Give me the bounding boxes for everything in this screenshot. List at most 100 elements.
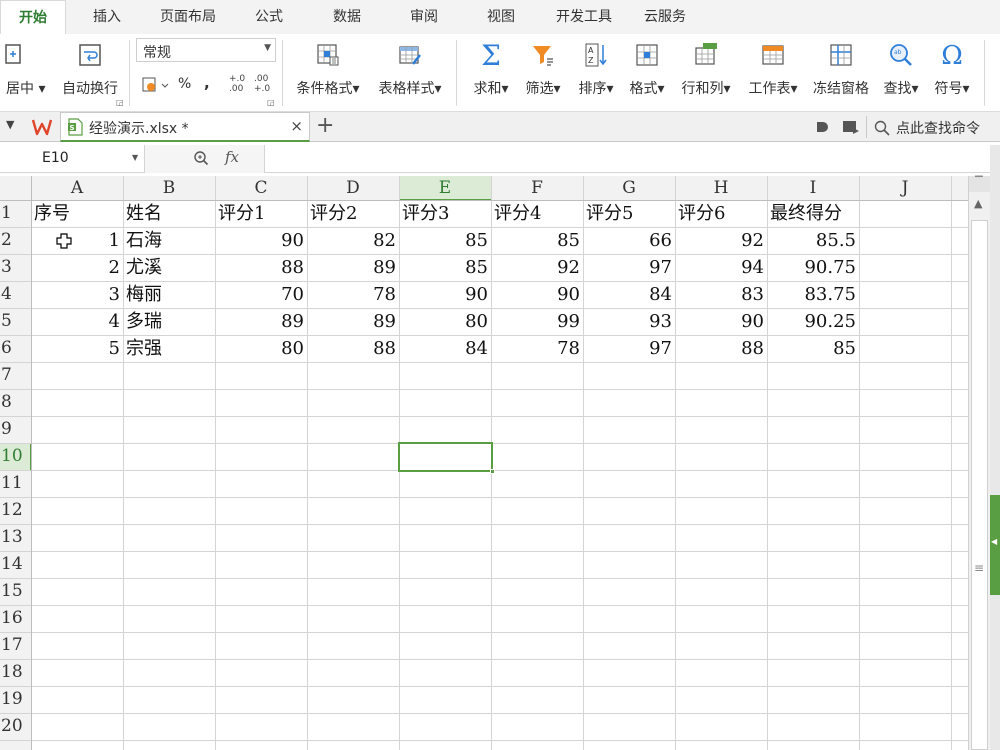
row-header-3[interactable]: 3	[0, 254, 30, 281]
insert-function-button[interactable]: fx	[225, 148, 239, 166]
table-cell[interactable]: 89	[310, 254, 396, 281]
vertical-scrollbar[interactable]: ▔ ▲ ≡	[968, 176, 990, 750]
table-cell[interactable]: 1	[34, 227, 120, 254]
wrap-text-button[interactable]: 自动换行	[56, 38, 124, 106]
row-header-18[interactable]: 18	[0, 659, 30, 686]
row-header-12[interactable]: 12	[0, 497, 30, 524]
column-header-a[interactable]: A	[31, 176, 123, 200]
table-cell[interactable]: 89	[310, 308, 396, 335]
row-header-6[interactable]: 6	[0, 335, 30, 362]
tab-formulas[interactable]: 公式	[240, 0, 298, 34]
table-cell[interactable]: 92	[678, 227, 764, 254]
tab-home[interactable]: 开始	[0, 0, 66, 34]
header-cell[interactable]: 最终得分	[770, 200, 856, 227]
table-cell[interactable]: 66	[586, 227, 672, 254]
row-header-15[interactable]: 15	[0, 578, 30, 605]
command-search-input[interactable]: 点此查找命令	[896, 118, 980, 138]
column-header-f[interactable]: F	[491, 176, 583, 200]
table-cell[interactable]: 4	[34, 308, 120, 335]
table-cell[interactable]: 多瑞	[126, 308, 212, 335]
symbol-button[interactable]: Ω 符号▾	[928, 38, 976, 106]
table-style-button[interactable]: 表格样式▾	[371, 38, 449, 106]
table-cell[interactable]: 97	[586, 254, 672, 281]
column-header-e[interactable]: E	[399, 176, 491, 200]
header-cell[interactable]: 评分4	[494, 200, 580, 227]
header-cell[interactable]: 评分5	[586, 200, 672, 227]
column-header-i[interactable]: I	[767, 176, 859, 200]
table-cell[interactable]: 80	[218, 335, 304, 362]
header-cell[interactable]: 序号	[34, 200, 120, 227]
row-header-9[interactable]: 9	[0, 416, 30, 443]
side-panel-toggle[interactable]: ◀	[990, 495, 1000, 595]
column-header-j[interactable]: J	[859, 176, 951, 200]
merge-center-button[interactable]: 居中 ▾	[0, 38, 48, 106]
table-cell[interactable]: 70	[218, 281, 304, 308]
table-cell[interactable]: 3	[34, 281, 120, 308]
find-button[interactable]: ab 查找▾	[878, 38, 924, 106]
table-cell[interactable]: 2	[34, 254, 120, 281]
wps-logo-icon[interactable]	[32, 118, 52, 136]
comma-style-button[interactable]: ,	[204, 74, 210, 92]
table-cell[interactable]: 78	[494, 335, 580, 362]
worksheet-button[interactable]: 工作表▾	[742, 38, 804, 106]
column-header-g[interactable]: G	[583, 176, 675, 200]
row-header-11[interactable]: 11	[0, 470, 30, 497]
header-cell[interactable]: 评分6	[678, 200, 764, 227]
header-cell[interactable]: 评分1	[218, 200, 304, 227]
message-icon[interactable]	[842, 119, 860, 135]
row-header-4[interactable]: 4	[0, 281, 30, 308]
table-cell[interactable]: 90	[494, 281, 580, 308]
table-cell[interactable]: 78	[310, 281, 396, 308]
table-cell[interactable]: 90.75	[770, 254, 856, 281]
header-cell[interactable]: 评分3	[402, 200, 488, 227]
name-box[interactable]: E10 ▼	[0, 145, 145, 173]
tab-insert[interactable]: 插入	[78, 0, 136, 34]
fill-handle[interactable]	[490, 469, 495, 474]
decrease-decimal-button[interactable]: .00 +.0	[254, 74, 274, 94]
sum-button[interactable]: Σ 求和▾	[468, 38, 514, 106]
table-cell[interactable]: 85	[402, 254, 488, 281]
row-header-16[interactable]: 16	[0, 605, 30, 632]
new-tab-icon[interactable]: +	[316, 113, 334, 138]
row-header-1[interactable]: 1	[0, 200, 30, 227]
table-cell[interactable]: 85	[770, 335, 856, 362]
row-header-7[interactable]: 7	[0, 362, 30, 389]
table-cell[interactable]: 88	[218, 254, 304, 281]
row-header-13[interactable]: 13	[0, 524, 30, 551]
number-format-select[interactable]: 常规 ▼	[136, 38, 276, 62]
table-cell[interactable]: 90.25	[770, 308, 856, 335]
zoom-formula-icon[interactable]	[193, 150, 209, 166]
table-cell[interactable]: 99	[494, 308, 580, 335]
scroll-thumb[interactable]: ≡	[971, 220, 988, 750]
document-tab[interactable]: S 经验演示.xlsx * ×	[60, 112, 310, 142]
table-cell[interactable]: 85	[402, 227, 488, 254]
row-header-17[interactable]: 17	[0, 632, 30, 659]
table-cell[interactable]: 93	[586, 308, 672, 335]
formula-input[interactable]	[266, 145, 990, 173]
scroll-up-button[interactable]: ▲	[969, 194, 990, 214]
table-cell[interactable]: 宗强	[126, 335, 212, 362]
table-cell[interactable]: 80	[402, 308, 488, 335]
dialog-launcher-icon[interactable]: ◲	[267, 98, 275, 107]
table-cell[interactable]: 尤溪	[126, 254, 212, 281]
row-header-14[interactable]: 14	[0, 551, 30, 578]
tab-review[interactable]: 审阅	[395, 0, 453, 34]
row-header-20[interactable]: 20	[0, 713, 30, 740]
scroll-top-button[interactable]: ▔	[969, 176, 990, 192]
header-cell[interactable]: 评分2	[310, 200, 396, 227]
table-cell[interactable]: 89	[218, 308, 304, 335]
table-cell[interactable]: 88	[678, 335, 764, 362]
header-cell[interactable]: 姓名	[126, 200, 212, 227]
tab-data[interactable]: 数据	[318, 0, 376, 34]
table-cell[interactable]: 84	[586, 281, 672, 308]
tab-developer[interactable]: 开发工具	[545, 0, 623, 34]
table-cell[interactable]: 石海	[126, 227, 212, 254]
column-header-b[interactable]: B	[123, 176, 215, 200]
column-header-h[interactable]: H	[675, 176, 767, 200]
table-cell[interactable]: 梅丽	[126, 281, 212, 308]
close-tab-icon[interactable]: ×	[290, 117, 303, 135]
table-cell[interactable]: 90	[218, 227, 304, 254]
conditional-format-button[interactable]: 条件格式▾	[289, 38, 367, 106]
tab-list-chevron-icon[interactable]: ▼	[6, 118, 14, 131]
row-header-5[interactable]: 5	[0, 308, 30, 335]
